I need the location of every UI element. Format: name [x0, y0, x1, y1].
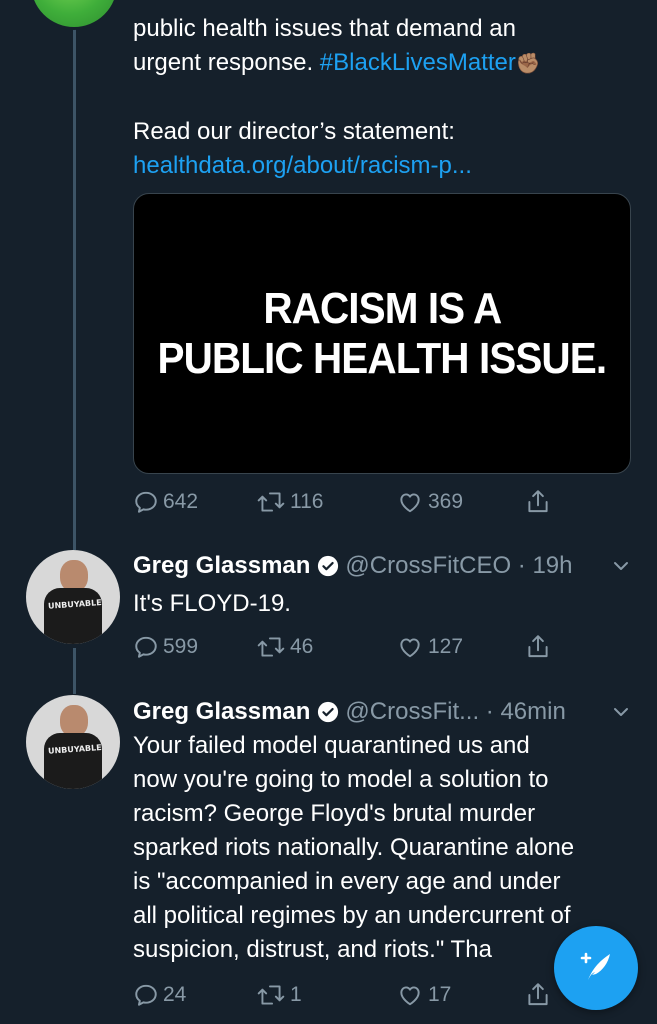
- statement-link[interactable]: healthdata.org/about/racism-p...: [133, 149, 643, 183]
- reply-icon: [133, 634, 159, 660]
- tweet-text-line: urgent response. #BlackLivesMatter✊🏽: [133, 46, 643, 81]
- avatar[interactable]: UNBUYABLE: [26, 695, 120, 789]
- compose-tweet-button[interactable]: [554, 926, 638, 1010]
- tweet-text-line: all political regimes by an undercurrent…: [133, 902, 571, 929]
- like-button[interactable]: 127: [396, 630, 463, 664]
- like-icon: [396, 634, 424, 660]
- tweet-text-line: now you're going to model a solution to: [133, 766, 549, 793]
- tweet-actions: 642 116 369: [133, 485, 613, 519]
- tweet-text-line: sparked riots nationally. Quarantine alo…: [133, 834, 575, 861]
- avatar-shirt: [44, 588, 102, 644]
- retweet-button[interactable]: 1: [256, 978, 302, 1012]
- chevron-down-icon[interactable]: [611, 555, 631, 583]
- retweet-icon: [256, 489, 286, 515]
- tweet-actions: 599 46 127: [133, 630, 613, 664]
- share-icon: [525, 488, 551, 516]
- tweet-text: It's FLOYD-19.: [133, 590, 291, 617]
- like-button[interactable]: 369: [396, 485, 463, 519]
- media-headline-line: RACISM IS A: [262, 283, 502, 333]
- retweet-count: 116: [290, 490, 324, 513]
- handle-and-time: @CrossFitCEO · 19h: [345, 552, 573, 579]
- tweet-text: public health issues that demand an urge…: [133, 12, 643, 183]
- reply-count: 24: [163, 983, 187, 1006]
- retweet-button[interactable]: 46: [256, 630, 313, 664]
- avatar[interactable]: UNBUYABLE: [26, 550, 120, 644]
- like-icon: [396, 489, 424, 515]
- retweet-icon: [256, 634, 286, 660]
- verified-badge-icon: [317, 701, 339, 723]
- tweet-text-line: Read our director’s statement:: [133, 118, 455, 145]
- share-button[interactable]: [525, 485, 551, 519]
- tweet-header: Greg Glassman @CrossFitCEO · 19h: [133, 549, 643, 583]
- reply-button[interactable]: 24: [133, 978, 186, 1012]
- reply-count: 642: [163, 490, 199, 513]
- thread-line: [73, 648, 76, 694]
- compose-tweet-icon: [574, 944, 618, 993]
- like-count: 127: [428, 635, 464, 658]
- retweet-count: 46: [290, 635, 314, 658]
- tweet-text-line: Your failed model quarantined us and: [133, 732, 530, 759]
- reply-icon: [133, 489, 159, 515]
- tweet-text-line: is "accompanied in every age and under: [133, 868, 561, 895]
- avatar-shirt: [44, 733, 102, 789]
- like-button[interactable]: 17: [396, 978, 451, 1012]
- share-button[interactable]: [525, 978, 551, 1012]
- retweet-count: 1: [290, 983, 302, 1006]
- like-count: 17: [428, 983, 452, 1006]
- reply-button[interactable]: 599: [133, 630, 198, 664]
- share-icon: [525, 633, 551, 661]
- share-icon: [525, 981, 551, 1009]
- share-button[interactable]: [525, 630, 551, 664]
- avatar[interactable]: [28, 0, 120, 30]
- media-headline-line: PUBLIC HEALTH ISSUE.: [157, 333, 608, 383]
- emoji: ✊🏽: [515, 53, 541, 75]
- retweet-icon: [256, 982, 286, 1008]
- reply-button[interactable]: 642: [133, 485, 198, 519]
- like-count: 369: [428, 490, 464, 513]
- like-icon: [396, 982, 424, 1008]
- tweet-text-line: racism? George Floyd's brutal murder: [133, 800, 536, 827]
- verified-badge-icon: [317, 555, 339, 577]
- display-name[interactable]: Greg Glassman: [133, 698, 310, 726]
- retweet-button[interactable]: 116: [256, 485, 323, 519]
- tweet-text: Your failed model quarantined us and now…: [133, 729, 643, 967]
- tweet-media-image[interactable]: RACISM IS A PUBLIC HEALTH ISSUE.: [133, 193, 631, 474]
- chevron-down-icon[interactable]: [611, 701, 631, 729]
- reply-count: 599: [163, 635, 199, 658]
- reply-icon: [133, 982, 159, 1008]
- text-fragment: urgent response.: [133, 49, 320, 76]
- display-name[interactable]: Greg Glassman: [133, 552, 310, 580]
- tweet-actions: 24 1 17: [133, 978, 613, 1012]
- hashtag-link[interactable]: #BlackLivesMatter: [320, 49, 516, 76]
- tweet-text-line: public health issues that demand an: [133, 15, 516, 42]
- handle-and-time: @CrossFit... · 46min: [345, 698, 566, 725]
- tweet-header: Greg Glassman @CrossFit... · 46min: [133, 695, 643, 729]
- thread-line: [73, 20, 76, 550]
